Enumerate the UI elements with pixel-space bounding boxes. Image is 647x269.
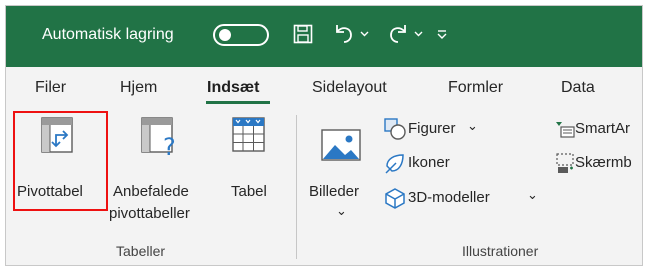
shapes-label: Figurer xyxy=(408,120,456,137)
autosave-label: Automatisk lagring xyxy=(42,26,174,43)
redo-dropdown-chevron-icon[interactable] xyxy=(414,31,423,37)
svg-text:?: ? xyxy=(163,133,176,157)
recommended-label-line1: Anbefalede xyxy=(113,183,189,200)
pivottable-highlight-box xyxy=(13,111,108,211)
icons-icon xyxy=(385,154,404,174)
shapes-dropdown-chevron: ⌄ xyxy=(467,118,478,133)
undo-icon[interactable] xyxy=(332,21,356,45)
recommended-pivottables-icon: ? xyxy=(141,117,176,157)
3d-models-label: 3D-modeller xyxy=(408,189,490,206)
toggle-knob xyxy=(219,29,231,41)
tab-formler[interactable]: Formler xyxy=(448,79,503,97)
smartart-label: SmartAr xyxy=(575,120,631,137)
3d-models-icon xyxy=(385,188,405,209)
group-separator xyxy=(296,115,297,259)
ribbon-panel: Pivottabel ? Anbefalede pivottabeller Ta… xyxy=(6,107,642,265)
active-tab-indicator xyxy=(206,101,270,104)
screenshot-label: Skærmb xyxy=(575,154,632,171)
save-icon[interactable] xyxy=(293,24,313,44)
icons-label: Ikoner xyxy=(408,154,450,171)
3d-models-dropdown-chevron: ⌄ xyxy=(527,187,538,202)
excel-window: Automatisk lagring Filer Hjem Indsæt Sid… xyxy=(5,5,643,266)
shapes-icon xyxy=(384,118,406,140)
redo-icon[interactable] xyxy=(386,21,410,45)
tab-hjem[interactable]: Hjem xyxy=(120,79,157,97)
tables-group-label: Tabeller xyxy=(116,243,166,259)
recommended-label-line2: pivottabeller xyxy=(109,205,190,222)
tab-data[interactable]: Data xyxy=(561,79,595,97)
screenshot-icon xyxy=(556,153,574,173)
customize-qat-icon[interactable] xyxy=(436,28,448,40)
undo-dropdown-chevron-icon[interactable] xyxy=(360,31,369,37)
tab-sidelayout[interactable]: Sidelayout xyxy=(312,79,387,97)
pictures-dropdown-chevron: ⌄ xyxy=(336,203,347,218)
ribbon-tabs: Filer Hjem Indsæt Sidelayout Formler Dat… xyxy=(6,67,642,107)
tab-filer[interactable]: Filer xyxy=(35,79,66,97)
pictures-label: Billeder xyxy=(309,183,360,200)
smartart-icon xyxy=(556,122,575,138)
autosave-toggle[interactable] xyxy=(213,24,269,46)
tab-indsaet[interactable]: Indsæt xyxy=(207,79,259,97)
table-icon xyxy=(232,117,265,152)
illustrations-group-label: Illustrationer xyxy=(462,243,539,259)
title-bar: Automatisk lagring xyxy=(6,6,642,67)
pictures-icon xyxy=(321,129,361,161)
table-label: Tabel xyxy=(231,183,267,200)
